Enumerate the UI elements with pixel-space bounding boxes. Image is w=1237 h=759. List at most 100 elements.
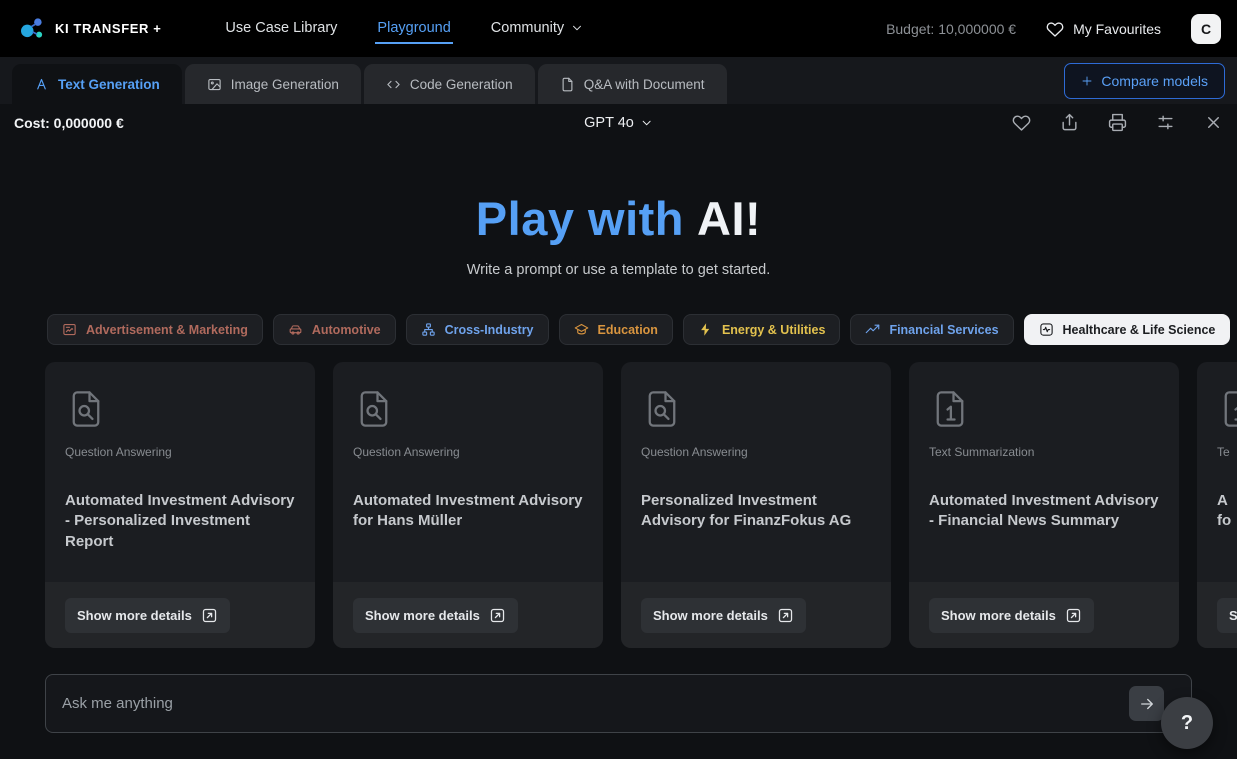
prompt-input[interactable] <box>45 674 1192 733</box>
card-title: A fo <box>1217 491 1237 532</box>
close-icon[interactable] <box>1204 113 1223 132</box>
generation-tabbar: Text Generation Image Generation Code Gene… <box>0 57 1237 104</box>
show-more-details-label: Show more details <box>941 608 1056 623</box>
tab-label: Image Generation <box>231 77 339 92</box>
show-more-details-button[interactable]: Show more details <box>641 598 806 633</box>
category-chip-advertisement-marketing[interactable]: Advertisement & Marketing <box>47 314 263 345</box>
card-title: Personalized Investment Advisory for Fin… <box>641 491 871 532</box>
nav-item-label: Use Case Library <box>225 20 337 36</box>
generation-tabs: Text Generation Image Generation Code Gene… <box>12 64 730 104</box>
chip-label: Advertisement & Marketing <box>86 323 248 337</box>
playground-toolbar: Cost: 0,000000 € GPT 4o <box>0 104 1237 141</box>
tab-text-generation[interactable]: Text Generation <box>12 64 182 104</box>
question-answering-icon <box>353 386 395 432</box>
card-title: Automated Investment Advisory - Financia… <box>929 491 1159 532</box>
graduation-cap-icon <box>574 322 589 337</box>
pulse-icon <box>1039 322 1054 337</box>
chip-label: Automotive <box>312 323 381 337</box>
navbar: KI TRANSFER + Use Case Library Playground… <box>0 0 1237 57</box>
tab-label: Text Generation <box>58 77 160 92</box>
toolbar-actions <box>1012 113 1223 132</box>
card-body: Question Answering Automated Investment A… <box>45 362 315 582</box>
hero: Play withAI! Write a prompt or use a tem… <box>0 191 1237 278</box>
tab-label: Code Generation <box>410 77 513 92</box>
use-case-cards: Question Answering Automated Investment A… <box>0 362 1237 648</box>
use-case-card: Question AnsweringAutomated Investment A… <box>333 362 603 648</box>
show-more-details-button[interactable]: Show more details <box>1217 598 1237 633</box>
card-footer: Show more details <box>909 582 1179 648</box>
tab-code-generation[interactable]: Code Generation <box>364 64 535 104</box>
car-icon <box>288 322 303 337</box>
logo[interactable]: KI TRANSFER + <box>16 14 161 44</box>
plus-icon <box>1081 75 1093 87</box>
card-footer: Show more details <box>45 582 315 648</box>
tune-icon[interactable] <box>1156 113 1175 132</box>
text-generation-icon <box>34 77 49 92</box>
hierarchy-icon <box>421 322 436 337</box>
category-chip-energy-utilities[interactable]: Energy & Utilities <box>683 314 841 345</box>
card-category-label: Text Summarization <box>929 445 1159 459</box>
category-chip-cross-industry[interactable]: Cross-Industry <box>406 314 549 345</box>
prompt-area <box>45 674 1192 733</box>
compare-models-label: Compare models <box>1101 73 1208 89</box>
cost-display: Cost: 0,000000 € <box>14 115 124 131</box>
model-selector[interactable]: GPT 4o <box>584 115 653 131</box>
show-more-details-button[interactable]: Show more details <box>353 598 518 633</box>
page-title-accent: Play with <box>476 192 684 245</box>
chip-label: Cross-Industry <box>445 323 534 337</box>
show-more-details-label: Show more details <box>365 608 480 623</box>
print-icon[interactable] <box>1108 113 1127 132</box>
avatar[interactable]: C <box>1191 14 1221 44</box>
category-chip-automotive[interactable]: Automotive <box>273 314 396 345</box>
category-chip-healthcare-life-science[interactable]: Healthcare & Life Science <box>1024 314 1231 345</box>
arrow-up-right-icon <box>1065 607 1082 624</box>
ad-icon <box>62 322 77 337</box>
text-summarization-icon <box>1217 386 1237 432</box>
card-title: Automated Investment Advisory - Personal… <box>65 491 295 552</box>
card-footer: Show more details <box>621 582 891 648</box>
trending-up-icon <box>865 322 880 337</box>
category-chip-financial-services[interactable]: Financial Services <box>850 314 1013 345</box>
my-favourites-button[interactable]: My Favourites <box>1046 20 1161 38</box>
compare-models-button[interactable]: Compare models <box>1064 63 1225 99</box>
use-case-card: Question Answering Automated Investment A… <box>45 362 315 648</box>
share-icon[interactable] <box>1060 113 1079 132</box>
show-more-details-button[interactable]: Show more details <box>929 598 1094 633</box>
card-footer: Show more details <box>1197 582 1237 648</box>
nav-item-use-case-library[interactable]: Use Case Library <box>223 14 339 44</box>
page-subtitle: Write a prompt or use a template to get … <box>0 262 1237 278</box>
arrow-up-right-icon <box>777 607 794 624</box>
card-category-label: Question Answering <box>65 445 295 459</box>
card-body: Te A fo <box>1197 362 1237 582</box>
category-chip-education[interactable]: Education <box>559 314 673 345</box>
card-body: Question AnsweringAutomated Investment A… <box>333 362 603 582</box>
tab-image-generation[interactable]: Image Generation <box>185 64 361 104</box>
text-summarization-icon <box>929 386 971 432</box>
chip-label: Energy & Utilities <box>722 323 826 337</box>
heart-icon <box>1046 20 1064 38</box>
tab-q-a-with-document[interactable]: Q&A with Document <box>538 64 727 104</box>
card-category-label: Question Answering <box>353 445 583 459</box>
model-selector-value: GPT 4o <box>584 115 634 131</box>
page-title: Play withAI! <box>0 191 1237 246</box>
show-more-details-label: Show more details <box>653 608 768 623</box>
show-more-details-label: Show more details <box>77 608 192 623</box>
navbar-right: Budget: 10,000000 € My Favourites C <box>886 14 1221 44</box>
heart-icon[interactable] <box>1012 113 1031 132</box>
chip-label: Healthcare & Life Science <box>1063 323 1216 337</box>
send-button[interactable] <box>1129 686 1164 721</box>
question-answering-icon <box>65 386 107 432</box>
help-button[interactable]: ? <box>1161 697 1213 749</box>
nav-item-label: Community <box>491 20 564 36</box>
card-body: Text Summarization Automated Investment A… <box>909 362 1179 582</box>
card-category-label: Te <box>1217 445 1237 459</box>
nav-item-community[interactable]: Community <box>489 14 585 44</box>
nav-item-playground[interactable]: Playground <box>375 14 452 44</box>
chip-label: Education <box>598 323 658 337</box>
arrow-right-icon <box>1138 695 1156 713</box>
card-footer: Show more details <box>333 582 603 648</box>
chip-label: Financial Services <box>889 323 998 337</box>
card-category-label: Question Answering <box>641 445 871 459</box>
arrow-up-right-icon <box>201 607 218 624</box>
show-more-details-button[interactable]: Show more details <box>65 598 230 633</box>
